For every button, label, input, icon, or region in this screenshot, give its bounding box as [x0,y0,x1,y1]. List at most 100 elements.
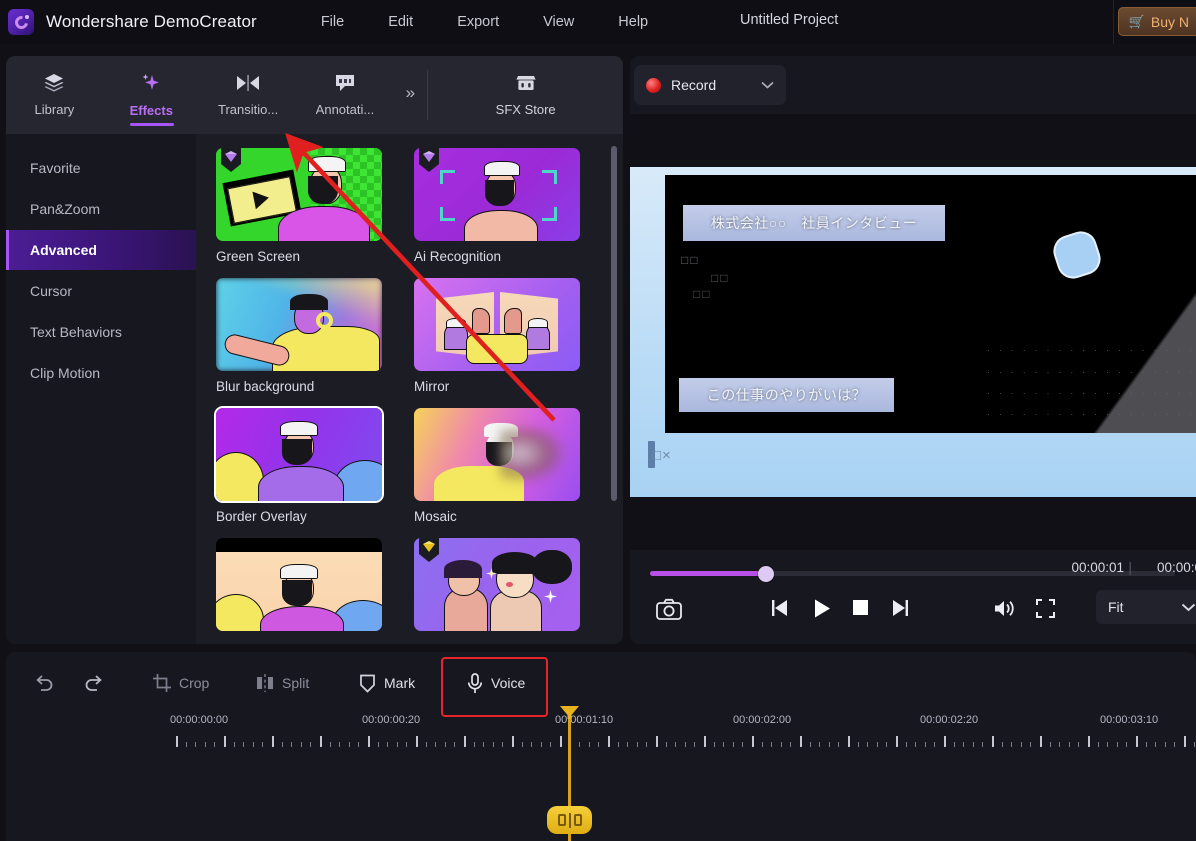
ruler-tick [809,742,811,747]
annotation-icon [335,75,354,91]
menu-bar: File Edit Export View Help [299,8,670,36]
menu-view[interactable]: View [521,8,596,36]
effect-thumbnail[interactable] [414,408,580,501]
ruler-tick [963,742,965,747]
mark-button[interactable]: Mark [359,666,415,700]
ruler-tick [272,736,274,747]
effect-thumbnail[interactable] [414,538,580,631]
effect-name: Blur background [216,379,315,394]
tab-transitions-label: Transitio... [218,102,279,117]
record-dot-icon [646,77,661,93]
play-icon[interactable] [812,598,832,619]
effect-thumbnail[interactable] [414,278,580,371]
effect-thumbnail[interactable] [216,278,382,371]
category-text-behaviors[interactable]: Text Behaviors [6,312,196,352]
category-cursor[interactable]: Cursor [6,271,196,311]
timeline-tracks[interactable] [6,750,1196,841]
ruler-tick [838,742,840,747]
democreator-window: Wondershare DemoCreator File Edit Export… [0,0,1196,841]
effect-thumbnail[interactable] [214,406,384,503]
effect-thumbnail[interactable] [414,148,580,241]
playback-controls: 00:00:01 | 00:00:0 [630,550,1196,644]
timeline-panel: Crop Split Mark Voice 00:00:00:00 00:00:… [6,652,1196,841]
ruler-tick [579,742,581,747]
ruler-tick [377,742,379,747]
ruler-tick [550,742,552,747]
effects-scrollbar-thumb[interactable] [611,146,617,501]
tab-annotations[interactable]: Annotati... [297,56,394,134]
playhead[interactable] [547,706,592,841]
ruler-tick [1184,736,1186,747]
timeline-ruler[interactable]: 00:00:00:00 00:00:00:20 00:00:01:10 00:0… [6,714,1196,750]
tab-library[interactable]: Library [6,56,103,134]
ruler-tick [771,742,773,747]
effect-name: Green Screen [216,249,301,264]
ruler-tick [492,742,494,747]
transition-icon [237,75,260,91]
ruler-tick [675,742,677,747]
split-button[interactable]: Split [256,666,309,700]
record-button[interactable]: Record [634,65,786,105]
step-forward-icon[interactable] [890,598,910,618]
tab-effects[interactable]: Effects [103,56,200,134]
ruler-tick [416,736,418,747]
effect-card-mosaic[interactable]: Mosaic [414,408,597,524]
ruler-tick [1155,742,1157,747]
effect-thumbnail[interactable] [216,538,382,631]
ruler-tick [243,742,245,747]
camera-icon[interactable] [656,598,682,621]
ruler-tick [483,742,485,747]
zoom-level-select[interactable]: Fit [1096,590,1196,624]
ruler-tick [1020,742,1022,747]
voice-label: Voice [491,675,526,691]
tab-sfx-store[interactable]: SFX Store [428,56,623,134]
ruler-tick [195,742,197,747]
menu-edit[interactable]: Edit [366,8,435,36]
buy-now-button[interactable]: 🛒 Buy N [1117,7,1196,36]
ruler-tick [1068,742,1070,747]
category-label: Text Behaviors [30,324,122,340]
effect-card-blur-background[interactable]: Blur background [216,278,399,394]
playhead-grip[interactable] [547,806,592,834]
more-tabs-button[interactable]: » [393,56,427,134]
dot-row-4: · · · · · · · · · · · · · · · · · · · · … [987,409,1196,419]
video-preview[interactable]: 株式会社○○ 社員インタビュー □□ □□ □□ · · · · · · · ·… [630,167,1196,497]
speaker-icon[interactable] [993,598,1017,619]
stop-icon[interactable] [851,598,870,617]
ruler-tick [704,736,706,747]
ruler-tick [540,742,542,747]
effect-name: Mirror [414,379,450,394]
category-advanced[interactable]: Advanced [6,230,196,270]
effect-card-green-screen[interactable]: Green Screen [216,148,399,264]
titlebar-divider [1113,0,1114,44]
project-name[interactable]: Untitled Project [740,12,838,28]
redo-button[interactable] [84,666,104,700]
category-clip-motion[interactable]: Clip Motion [6,353,196,393]
tab-transitions[interactable]: Transitio... [200,56,297,134]
effect-card-border-overlay[interactable]: Border Overlay [214,406,399,524]
category-panzoom[interactable]: Pan&Zoom [6,189,196,229]
voice-button[interactable]: Voice [467,666,525,700]
ruler-label: 00:00:00:00 [170,714,229,726]
effect-card-row4-left[interactable] [216,538,399,639]
effect-card-ai-recognition[interactable]: Ai Recognition [414,148,597,264]
category-favorite[interactable]: Favorite [6,148,196,188]
chevron-down-icon[interactable] [1181,603,1196,612]
menu-file[interactable]: File [299,8,366,36]
mark-label: Mark [384,675,416,691]
effect-card-row4-right[interactable] [414,538,597,639]
sparkle-icon [142,74,160,90]
step-back-icon[interactable] [770,598,790,618]
sfx-store-icon [516,76,536,90]
progress-knob[interactable] [758,565,774,582]
crop-button[interactable]: Crop [153,666,209,700]
chevron-down-icon[interactable] [761,81,774,89]
menu-export[interactable]: Export [435,8,521,36]
effect-card-mirror[interactable]: Mirror [414,278,597,394]
fullscreen-icon[interactable] [1035,598,1056,619]
effect-thumbnail[interactable] [216,148,382,241]
undo-button[interactable] [34,666,54,700]
menu-help[interactable]: Help [596,8,670,36]
ruler-tick [1049,742,1051,747]
ruler-tick [915,742,917,747]
